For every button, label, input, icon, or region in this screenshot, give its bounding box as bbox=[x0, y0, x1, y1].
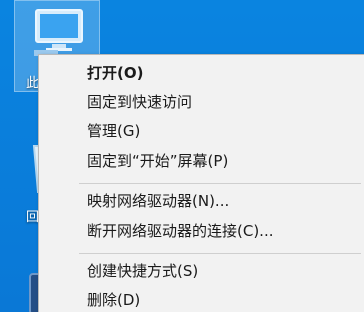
monitor-icon bbox=[34, 9, 83, 56]
menu-separator bbox=[79, 253, 361, 254]
menu-item-open[interactable]: 打开(O) bbox=[39, 59, 364, 87]
menu-item-delete[interactable]: 删除(D) bbox=[39, 286, 364, 312]
menu-item-create-shortcut[interactable]: 创建快捷方式(S) bbox=[39, 257, 364, 285]
context-menu: 打开(O) 固定到快速访问 管理(G) 固定到“开始”屏幕(P) 映射网络驱动器… bbox=[38, 54, 364, 312]
menu-separator bbox=[79, 183, 361, 184]
menu-item-manage[interactable]: 管理(G) bbox=[39, 117, 364, 145]
menu-item-map-network-drive[interactable]: 映射网络驱动器(N)... bbox=[39, 187, 364, 215]
menu-item-disconnect-network-drive[interactable]: 断开网络驱动器的连接(C)... bbox=[39, 217, 364, 245]
menu-item-pin-quick-access[interactable]: 固定到快速访问 bbox=[39, 88, 364, 116]
menu-item-pin-start[interactable]: 固定到“开始”屏幕(P) bbox=[39, 147, 364, 175]
